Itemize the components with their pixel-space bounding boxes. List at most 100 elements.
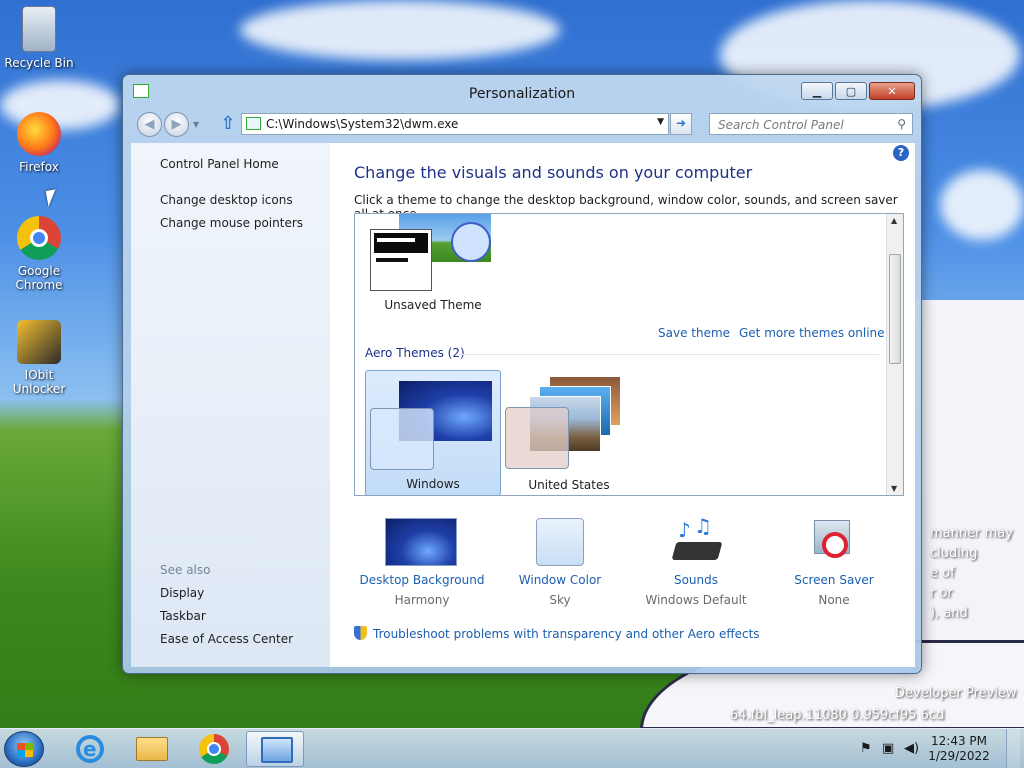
theme-list[interactable]: Unsaved Theme Save theme Get more themes… xyxy=(354,213,904,496)
cloud xyxy=(940,170,1024,240)
screen-saver-icon xyxy=(810,518,858,566)
uac-shield-icon xyxy=(354,626,367,640)
clock-time: 12:43 PM xyxy=(931,734,987,748)
recent-pages-chevron-icon[interactable]: ▼ xyxy=(193,120,199,129)
address-dropdown-icon[interactable]: ▼ xyxy=(657,117,664,127)
main-pane: ? Change the visuals and sounds on your … xyxy=(330,143,915,667)
network-icon[interactable]: ▣ xyxy=(882,741,894,756)
desktop-icon-label: Firefox xyxy=(19,160,59,174)
control-panel-icon xyxy=(261,737,293,763)
aero-themes-group-label: Aero Themes (2) xyxy=(365,346,465,360)
show-desktop-button[interactable] xyxy=(1006,729,1020,768)
unlock-icon xyxy=(17,320,61,364)
folder-icon xyxy=(136,737,168,761)
watermark-line: Developer Preview xyxy=(895,686,1017,701)
cloud xyxy=(240,0,560,60)
up-arrow-icon[interactable]: ⇧ xyxy=(217,114,239,136)
united-states-color-thumb xyxy=(505,407,569,469)
setting-value: Windows Default xyxy=(645,593,747,607)
window-content: Control Panel Home Change desktop icons … xyxy=(131,143,915,667)
setting-title: Desktop Background xyxy=(359,573,485,587)
watermark-line: e of xyxy=(930,566,955,581)
desktop-icon-iobit-unlocker[interactable]: IObit Unlocker xyxy=(4,320,74,396)
left-pane: Control Panel Home Change desktop icons … xyxy=(131,143,330,667)
theme-label: United States xyxy=(528,478,610,492)
window-color-setting[interactable]: Window Color Sky xyxy=(490,515,630,615)
desktop-icon-label: Google Chrome xyxy=(15,264,63,292)
caption-buttons: ▁ ▢ ✕ xyxy=(799,82,915,100)
minimize-button[interactable]: ▁ xyxy=(801,82,833,100)
desktop-icon-recycle-bin[interactable]: Recycle Bin xyxy=(4,6,74,70)
control-panel-icon xyxy=(246,117,261,130)
firefox-icon xyxy=(17,112,61,156)
change-desktop-icons-link[interactable]: Change desktop icons xyxy=(160,193,293,207)
chrome-icon xyxy=(199,734,229,764)
watermark-line: ), and xyxy=(930,606,968,621)
setting-title: Sounds xyxy=(673,573,719,587)
desktop-icon-firefox[interactable]: Firefox xyxy=(4,112,74,174)
action-center-flag-icon[interactable]: ⚑ xyxy=(860,741,872,756)
scrollbar-thumb[interactable] xyxy=(889,254,901,364)
watermark-line: r or xyxy=(930,586,953,601)
desktop-icon-chrome[interactable]: Google Chrome xyxy=(4,216,74,292)
theme-windows[interactable]: Windows xyxy=(365,370,501,495)
theme-settings-row: Desktop Background Harmony Window Color … xyxy=(352,514,874,615)
theme-list-scrollbar[interactable]: ▲ ▼ xyxy=(886,214,903,495)
taskbar: e ⚑ ▣ ◀) 12:43 PM 1/29/2022 xyxy=(0,728,1024,768)
setting-value: Sky xyxy=(549,593,571,607)
control-panel-home-link[interactable]: Control Panel Home xyxy=(160,157,279,171)
help-icon[interactable]: ? xyxy=(893,145,909,161)
setting-title: Window Color xyxy=(518,573,602,587)
troubleshoot-label: Troubleshoot problems with transparency … xyxy=(373,627,760,641)
go-button[interactable]: ➜ xyxy=(670,113,692,135)
sounds-setting[interactable]: ♪ ♫ Sounds Windows Default xyxy=(626,514,766,615)
address-bar[interactable]: C:\Windows\System32\dwm.exe ▼ xyxy=(241,113,669,135)
search-input[interactable]: Search Control Panel ⚲ xyxy=(709,113,913,135)
forward-button[interactable]: ▶ xyxy=(164,112,189,137)
clock[interactable]: 12:43 PM 1/29/2022 xyxy=(924,734,994,764)
save-theme-link[interactable]: Save theme xyxy=(658,326,730,340)
title-bar[interactable]: Personalization ▁ ▢ ✕ xyxy=(123,75,921,111)
close-button[interactable]: ✕ xyxy=(869,82,915,100)
taskbar-chrome[interactable] xyxy=(184,731,242,767)
search-icon: ⚲ xyxy=(897,117,906,131)
navigation-bar: ◀ ▶ ▼ ⇧ C:\Windows\System32\dwm.exe ▼ ➜ … xyxy=(135,111,913,139)
scroll-up-icon[interactable]: ▲ xyxy=(891,216,897,225)
address-text: C:\Windows\System32\dwm.exe xyxy=(266,117,459,131)
maximize-button[interactable]: ▢ xyxy=(835,82,867,100)
unsaved-theme-window-thumb xyxy=(370,229,432,291)
group-divider xyxy=(459,354,879,355)
personalization-window: Personalization ▁ ▢ ✕ ◀ ▶ ▼ ⇧ C:\Windows… xyxy=(122,74,922,674)
setting-value: Harmony xyxy=(394,593,450,607)
desktop-background-setting[interactable]: Desktop Background Harmony xyxy=(352,515,492,615)
watermark-line: cluding xyxy=(930,546,978,561)
recycle-bin-icon xyxy=(22,6,56,52)
theme-united-states[interactable]: United States xyxy=(501,370,637,495)
troubleshoot-link[interactable]: Troubleshoot problems with transparency … xyxy=(354,626,760,641)
window-color-thumb xyxy=(536,518,584,566)
clock-date: 1/29/2022 xyxy=(928,749,990,763)
get-more-themes-link[interactable]: Get more themes online xyxy=(739,326,885,340)
taskbar-file-explorer[interactable] xyxy=(122,731,180,767)
setting-title: Screen Saver xyxy=(794,573,874,587)
change-mouse-pointers-link[interactable]: Change mouse pointers xyxy=(160,216,303,230)
scroll-down-icon[interactable]: ▼ xyxy=(891,484,897,493)
unsaved-theme-character-thumb xyxy=(451,222,491,262)
search-placeholder: Search Control Panel xyxy=(718,118,844,132)
see-also-label: See also xyxy=(160,563,211,577)
display-link[interactable]: Display xyxy=(160,586,204,600)
internet-explorer-icon: e xyxy=(76,735,104,763)
mouse-cursor-icon xyxy=(45,189,59,207)
taskbar-link[interactable]: Taskbar xyxy=(160,609,206,623)
taskbar-control-panel[interactable] xyxy=(246,731,304,767)
setting-value: None xyxy=(818,593,850,607)
back-button[interactable]: ◀ xyxy=(137,112,162,137)
ease-of-access-link[interactable]: Ease of Access Center xyxy=(160,632,293,646)
notification-area: ⚑ ▣ ◀) 12:43 PM 1/29/2022 xyxy=(860,729,1020,768)
volume-icon[interactable]: ◀) xyxy=(904,741,919,756)
screen-saver-setting[interactable]: Screen Saver None xyxy=(764,515,904,615)
taskbar-internet-explorer[interactable]: e xyxy=(60,731,118,767)
watermark-line: 64.fbl_leap.11080 0.959cf95 6cd xyxy=(730,708,945,723)
start-button[interactable] xyxy=(4,731,44,767)
theme-label: Windows xyxy=(406,477,460,491)
